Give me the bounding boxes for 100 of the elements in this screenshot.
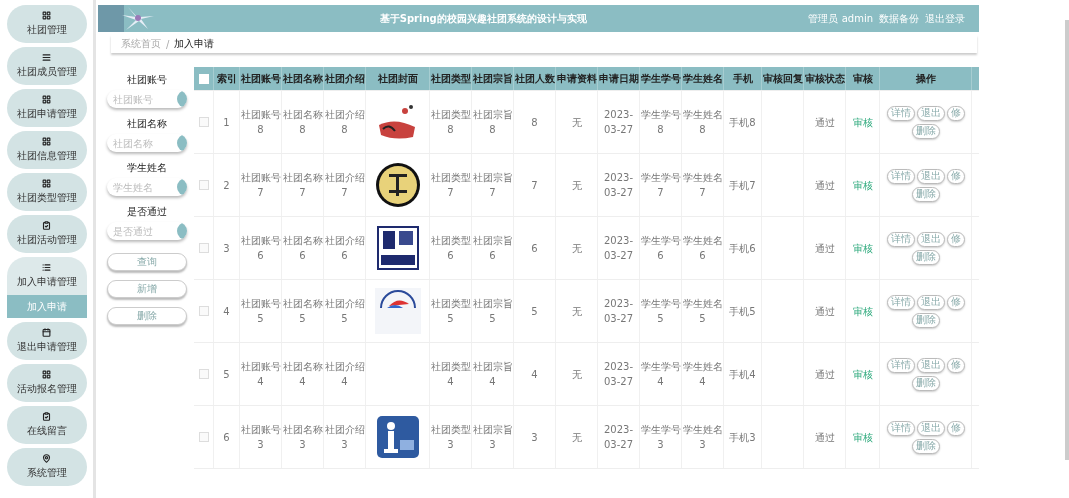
table-cell-text: 社团账号 7 <box>240 171 281 200</box>
action-button[interactable]: 详情 <box>886 357 915 373</box>
sidebar-item[interactable]: 活动报名管理 <box>6 364 87 402</box>
table-cell-text: 学生姓名 3 <box>682 423 723 452</box>
delete-button[interactable]: 删除 <box>107 307 187 325</box>
table-cell-text: 学生学号 5 <box>640 297 681 326</box>
checkbox[interactable] <box>198 117 209 127</box>
action-button[interactable]: 退出 <box>916 357 945 373</box>
action-button[interactable]: 退出 <box>916 231 945 247</box>
table-cell-text: 社团名称 8 <box>282 108 323 137</box>
sidebar-item[interactable]: 社团信息管理 <box>6 131 87 169</box>
table-cell-text: 学生学号 8 <box>640 108 681 137</box>
submenu-item[interactable]: 加入申请 <box>6 295 87 318</box>
table-cell-text: 学生学号 7 <box>640 171 681 200</box>
checkbox[interactable] <box>198 369 209 379</box>
table-cell-text: 社团类型 5 <box>430 297 471 326</box>
table-cell-text: 手机8 <box>729 115 756 130</box>
grid-icon <box>42 179 51 188</box>
list-icon <box>42 263 51 272</box>
column-header: 社团人数 <box>514 72 555 86</box>
column-header: 操作 <box>915 72 936 86</box>
table-cell-text: 社团介绍 5 <box>324 297 365 326</box>
action-button[interactable]: 退出 <box>916 420 945 436</box>
table-cell-text: 社团介绍 8 <box>324 108 365 137</box>
table-cell-text: 8 <box>531 115 538 130</box>
review-link[interactable]: 审核 <box>852 177 873 193</box>
breadcrumb-item[interactable]: 系统首页 <box>121 37 161 51</box>
column-header: 社团宗旨 <box>472 72 513 86</box>
action-button[interactable]: 修 <box>946 294 965 310</box>
table-cell-text: 2023-03-27 <box>602 171 635 200</box>
table-cell-text: 手机4 <box>729 367 756 382</box>
action-button[interactable]: 修 <box>946 105 965 121</box>
checkbox[interactable] <box>198 432 209 442</box>
breadcrumb-separator: / <box>166 38 170 50</box>
table-cell-text: 学生姓名 4 <box>682 360 723 389</box>
add-button[interactable]: 新增 <box>107 280 187 298</box>
action-button[interactable]: 删除 <box>911 123 940 139</box>
action-button[interactable]: 删除 <box>911 249 940 265</box>
table-cell-text: 无 <box>571 241 582 256</box>
table-cell-text: 社团账号 6 <box>240 234 281 263</box>
table-cell-text: 2 <box>223 178 230 193</box>
action-button[interactable]: 详情 <box>886 294 915 310</box>
column-header: 审核回复 <box>762 72 803 86</box>
header-link[interactable]: 退出登录 <box>925 11 965 26</box>
action-button[interactable]: 删除 <box>911 438 940 454</box>
clipboard-icon <box>42 412 51 421</box>
sidebar-item[interactable]: 在线留言 <box>6 406 87 444</box>
action-button[interactable]: 删除 <box>911 375 940 391</box>
table-cell-text: 4 <box>531 367 538 382</box>
action-button[interactable]: 详情 <box>886 231 915 247</box>
review-link[interactable]: 审核 <box>852 366 873 382</box>
table-cell-text: 学生姓名 6 <box>682 234 723 263</box>
table-cell-text: 社团账号 3 <box>240 423 281 452</box>
header-link[interactable]: 数据备份 <box>879 11 919 26</box>
checkbox[interactable] <box>198 243 209 253</box>
sidebar-item[interactable]: 加入申请管理 <box>6 257 87 295</box>
action-button[interactable]: 修 <box>946 357 965 373</box>
field-label: 社团名称 <box>127 117 167 131</box>
review-link[interactable]: 审核 <box>852 303 873 319</box>
column-header: 学生姓名 <box>682 72 723 86</box>
action-button[interactable]: 退出 <box>916 294 945 310</box>
sidebar-item[interactable]: 退出申请管理 <box>6 322 87 360</box>
checkbox[interactable] <box>198 180 209 190</box>
sidebar-item[interactable]: 社团活动管理 <box>6 215 87 253</box>
field-end-cap <box>177 134 187 152</box>
table-cell-text: 2023-03-27 <box>602 360 635 389</box>
sidebar-item[interactable]: 社团成员管理 <box>6 47 87 85</box>
sidebar-item[interactable]: 社团管理 <box>6 5 87 43</box>
review-link[interactable]: 审核 <box>852 114 873 130</box>
sidebar-item[interactable]: 社团申请管理 <box>6 89 87 127</box>
calendar-icon <box>42 328 51 337</box>
action-button[interactable]: 退出 <box>916 105 945 121</box>
table-cell-text: 通过 <box>814 304 835 319</box>
sidebar-item[interactable]: 社团类型管理 <box>6 173 87 211</box>
table-cell-text: 社团账号 8 <box>240 108 281 137</box>
table-cell-text: 社团类型 8 <box>430 108 471 137</box>
column-header: 社团账号 <box>240 72 281 86</box>
action-button[interactable]: 删除 <box>911 186 940 202</box>
action-button[interactable]: 删除 <box>911 312 940 328</box>
table-cell-text: 通过 <box>814 241 835 256</box>
sidebar-item[interactable]: 系统管理 <box>6 448 87 486</box>
table-cell-text: 7 <box>531 178 538 193</box>
table-cell-text: 社团名称 7 <box>282 171 323 200</box>
table-cell-text: 社团介绍 3 <box>324 423 365 452</box>
action-button[interactable]: 修 <box>946 168 965 184</box>
table-cell-text: 通过 <box>814 178 835 193</box>
action-button[interactable]: 详情 <box>886 168 915 184</box>
table-cell-text: 4 <box>223 304 230 319</box>
action-button[interactable]: 修 <box>946 420 965 436</box>
table-cell-text: 社团宗旨 7 <box>472 171 513 200</box>
grid-icon <box>42 95 51 104</box>
checkbox[interactable] <box>198 306 209 316</box>
action-button[interactable]: 详情 <box>886 420 915 436</box>
review-link[interactable]: 审核 <box>852 240 873 256</box>
action-button[interactable]: 退出 <box>916 168 945 184</box>
action-button[interactable]: 详情 <box>886 105 915 121</box>
review-link[interactable]: 审核 <box>852 429 873 445</box>
table-cell-text: 通过 <box>814 430 835 445</box>
search-button[interactable]: 查询 <box>107 253 187 271</box>
action-button[interactable]: 修 <box>946 231 965 247</box>
